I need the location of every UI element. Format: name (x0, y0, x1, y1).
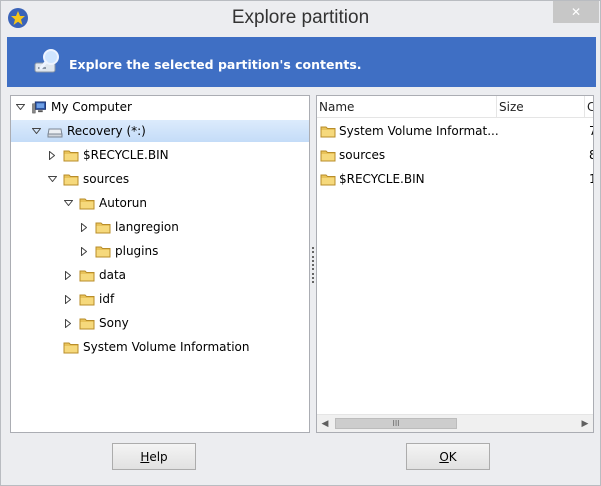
folder-icon (79, 198, 95, 209)
help-hotkey: H (140, 449, 150, 464)
tree-item-langregion[interactable]: langregion (77, 216, 179, 238)
list-header: Name Size C (317, 96, 593, 118)
collapse-arrow-icon[interactable] (13, 100, 27, 114)
list-item-name: sources (339, 148, 386, 162)
window-title: Explore partition (231, 7, 370, 28)
folder-icon (320, 174, 336, 185)
tree-item-system-volume-information[interactable]: System Volume Information (63, 336, 249, 358)
header-banner: Explore the selected partition's content… (7, 37, 596, 87)
tree-item-sony[interactable]: Sony (61, 312, 129, 334)
collapse-arrow-icon[interactable] (45, 172, 59, 186)
tree-item-label: data (99, 268, 127, 282)
help-button[interactable]: Help (112, 443, 196, 470)
folder-icon (63, 174, 79, 185)
list-item-name: $RECYCLE.BIN (339, 172, 425, 186)
tree-item-label: idf (99, 292, 115, 306)
expand-arrow-icon[interactable] (61, 316, 75, 330)
folder-icon (320, 126, 336, 137)
help-label: elp (149, 449, 168, 464)
grip-icon: III (392, 419, 400, 428)
folder-icon (63, 342, 79, 353)
tree-item-autorun[interactable]: Autorun (61, 192, 147, 214)
list-item-date: 1 (589, 172, 593, 186)
tree-item-my-computer[interactable]: My Computer (13, 96, 132, 118)
folder-icon (79, 270, 95, 281)
expand-arrow-icon[interactable] (77, 244, 91, 258)
list-item[interactable]: sources 8 (317, 144, 593, 166)
file-list[interactable]: Name Size C System Volume Informat... 7 … (316, 95, 594, 433)
scroll-left-icon[interactable]: ◀ (317, 415, 333, 432)
tree-item-plugins[interactable]: plugins (77, 240, 158, 262)
tree-item-recovery-drive[interactable]: Recovery (*:) (11, 120, 309, 142)
ok-hotkey: O (439, 449, 449, 464)
collapse-arrow-icon[interactable] (61, 196, 75, 210)
expand-arrow-icon[interactable] (61, 292, 75, 306)
close-icon: ✕ (570, 5, 582, 19)
expand-arrow-icon[interactable] (77, 220, 91, 234)
drive-icon (47, 128, 63, 137)
tree-item-label: Recovery (*:) (67, 124, 146, 138)
folder-icon (63, 150, 79, 161)
tree-item-label: System Volume Information (83, 340, 250, 354)
ok-button[interactable]: OK (406, 443, 490, 470)
tree-item-label: Sony (99, 316, 129, 330)
tree-item-data[interactable]: data (61, 264, 126, 286)
folder-icon (79, 294, 95, 305)
list-item[interactable]: $RECYCLE.BIN 1 (317, 168, 593, 190)
tree-item-label: plugins (115, 244, 159, 258)
tree-item-recycle-bin[interactable]: $RECYCLE.BIN (45, 144, 169, 166)
expand-arrow-icon[interactable] (45, 148, 59, 162)
tree-item-sources[interactable]: sources (45, 168, 129, 190)
tree-item-label: sources (83, 172, 130, 186)
banner-description: Explore the selected partition's content… (69, 57, 362, 72)
explore-partition-dialog: Explore partition ✕ Explore the selected… (0, 0, 601, 486)
folder-icon (95, 222, 111, 233)
close-button[interactable]: ✕ (553, 1, 599, 23)
list-item[interactable]: System Volume Informat... 7 (317, 120, 593, 142)
scroll-right-icon[interactable]: ▶ (577, 415, 593, 432)
ok-label: K (448, 449, 457, 464)
computer-icon (32, 100, 46, 113)
list-item-name: System Volume Informat... (339, 124, 499, 138)
column-header-created[interactable]: C (585, 96, 593, 118)
scrollbar-thumb[interactable]: III (335, 418, 457, 429)
expand-arrow-icon[interactable] (61, 268, 75, 282)
collapse-arrow-icon[interactable] (29, 124, 43, 138)
list-item-date: 7 (589, 124, 593, 138)
tree-item-label: $RECYCLE.BIN (83, 148, 169, 162)
tree-item-label: langregion (115, 220, 179, 234)
pane-splitter-handle[interactable] (311, 247, 315, 283)
title-bar: Explore partition ✕ (1, 1, 600, 37)
tree-item-label: My Computer (51, 100, 132, 114)
folder-icon (79, 318, 95, 329)
tree-item-idf[interactable]: idf (61, 288, 114, 310)
tree-item-label: Autorun (99, 196, 148, 210)
column-header-size[interactable]: Size (497, 96, 585, 118)
magnifier-drive-icon (34, 49, 59, 73)
folder-icon (320, 150, 336, 161)
folder-icon (95, 246, 111, 257)
list-item-date: 8 (589, 148, 593, 162)
folder-tree[interactable]: My Computer Recovery (*:) $RECYCLE.BIN s… (10, 95, 310, 433)
column-header-name[interactable]: Name (317, 96, 497, 118)
horizontal-scrollbar[interactable]: ◀ III ▶ (317, 414, 593, 432)
